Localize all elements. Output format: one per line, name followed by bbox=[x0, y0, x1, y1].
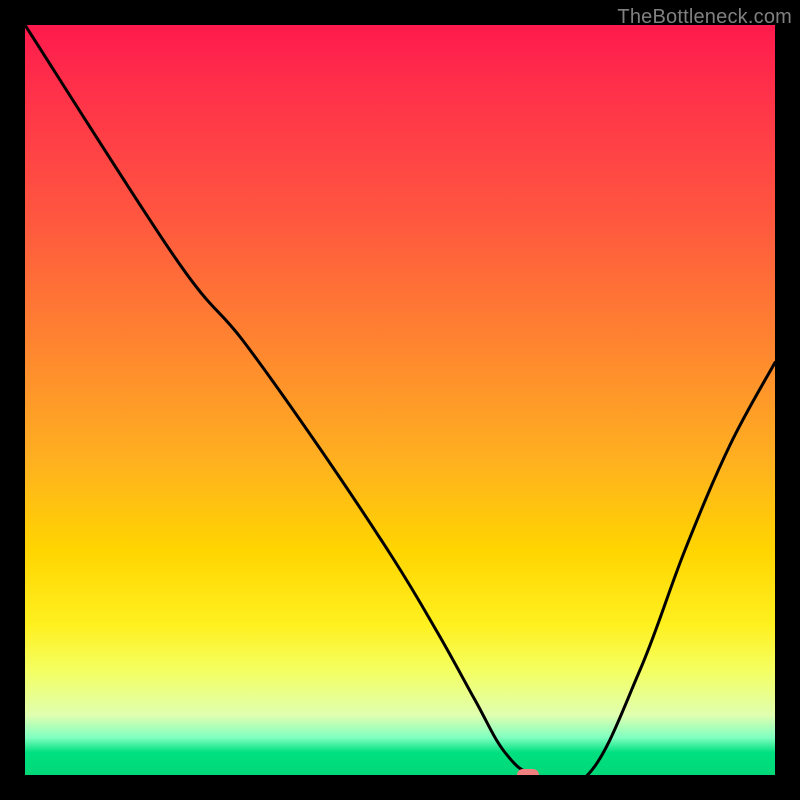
chart-canvas: TheBottleneck.com bbox=[0, 0, 800, 800]
curve-svg bbox=[25, 25, 775, 775]
plot-area bbox=[25, 25, 775, 775]
bottleneck-curve bbox=[25, 25, 775, 775]
current-point-marker bbox=[517, 769, 539, 775]
